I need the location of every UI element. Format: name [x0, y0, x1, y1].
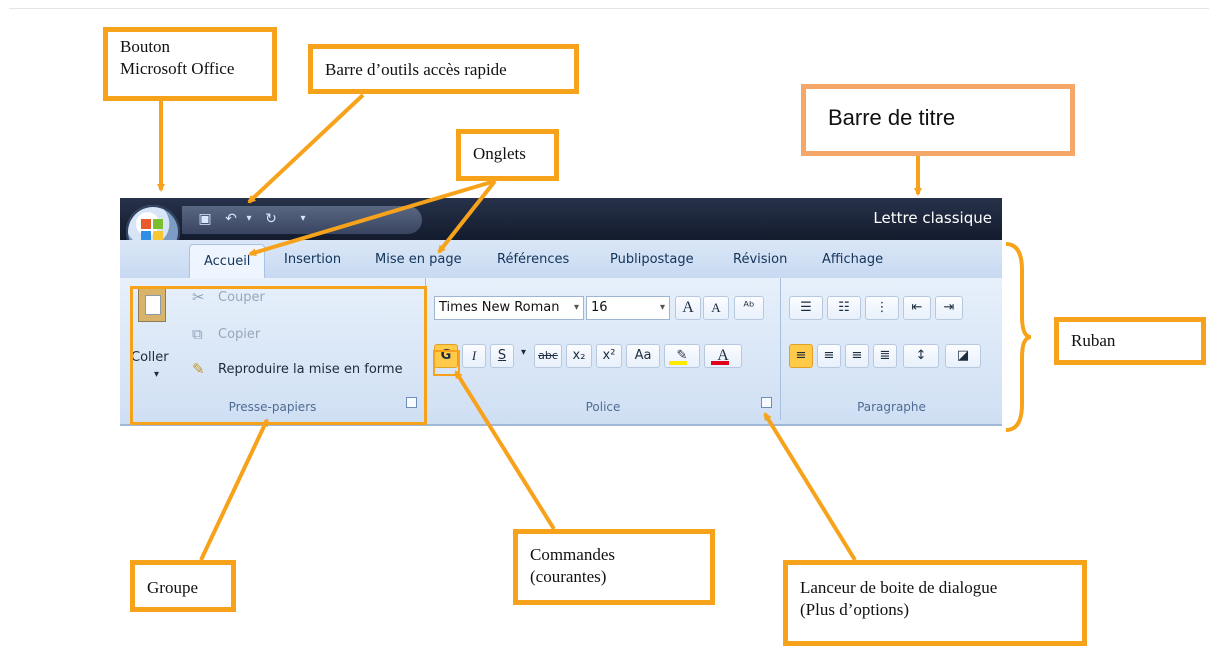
- font-size-value: 16: [591, 300, 608, 315]
- multilevel-list-icon: ⋮: [875, 300, 889, 315]
- format-painter-icon: ✎: [192, 360, 205, 378]
- group-label-font: Police: [585, 400, 621, 414]
- group-paragraph: ☰ ☷ ⋮ ⇤ ⇥ ≡ ≡ ≡ ≣ ↕ ◪ Paragraphe: [781, 278, 1002, 420]
- font-dialog-launcher[interactable]: [761, 397, 772, 408]
- cut-button[interactable]: Couper: [218, 290, 265, 305]
- format-painter-button[interactable]: Reproduire la mise en forme: [218, 362, 403, 377]
- callout-office-button: Bouton Microsoft Office: [103, 27, 277, 101]
- callout-dialog-launcher-line1: Lanceur de boite de dialogue: [800, 578, 998, 597]
- tab-affichage[interactable]: Affichage: [822, 252, 883, 267]
- redo-icon[interactable]: ↻: [262, 210, 280, 228]
- tab-mise-en-page[interactable]: Mise en page: [375, 252, 462, 267]
- highlight-color-button[interactable]: ✎: [664, 344, 700, 368]
- callout-group: Groupe: [130, 560, 236, 612]
- font-name-select[interactable]: Times New Roman ▾: [434, 296, 584, 320]
- callout-dialog-launcher: Lanceur de boite de dialogue (Plus d’opt…: [783, 560, 1087, 646]
- bullets-button[interactable]: ☰: [789, 296, 823, 320]
- shrink-font-button[interactable]: A: [703, 296, 729, 320]
- callout-commands-line2: (courantes): [530, 567, 607, 586]
- change-case-button[interactable]: Aa: [626, 344, 660, 368]
- align-right-button[interactable]: ≡: [845, 344, 869, 368]
- callout-title-bar: Barre de titre: [801, 84, 1075, 156]
- font-name-dropdown-icon: ▾: [573, 302, 579, 313]
- align-center-icon: ≡: [823, 348, 835, 363]
- line-spacing-icon: ↕: [915, 348, 927, 363]
- superscript-button[interactable]: x²: [596, 344, 622, 368]
- document-title: Lettre classique: [873, 209, 992, 227]
- clear-format-button[interactable]: ᴬᵇ: [734, 296, 764, 320]
- undo-icon[interactable]: ↶: [222, 210, 240, 228]
- font-size-select[interactable]: 16 ▾: [586, 296, 670, 320]
- strikethrough-button[interactable]: abc: [534, 344, 562, 368]
- multilevel-list-button[interactable]: ⋮: [865, 296, 899, 320]
- numbering-icon: ☷: [838, 300, 850, 315]
- bold-button[interactable]: G: [434, 344, 458, 368]
- copy-icon: ⧉: [192, 325, 203, 343]
- callout-ribbon-text: Ruban: [1071, 331, 1116, 350]
- callout-office-button-line1: Bouton: [120, 37, 171, 56]
- grow-font-button[interactable]: A: [675, 296, 701, 320]
- tab-accueil[interactable]: Accueil: [189, 244, 266, 278]
- callout-dialog-launcher-line2: (Plus d’options): [800, 600, 910, 619]
- group-label-clipboard: Presse-papiers: [228, 400, 317, 414]
- font-size-dropdown-icon: ▾: [659, 302, 665, 313]
- shading-icon: ◪: [956, 348, 970, 363]
- paste-icon[interactable]: [138, 286, 166, 322]
- paste-dropdown-icon[interactable]: ▾: [154, 369, 159, 380]
- callout-title-bar-text: Barre de titre: [828, 105, 956, 130]
- subscript-button[interactable]: x₂: [566, 344, 592, 368]
- clear-format-icon: ᴬᵇ: [743, 300, 755, 315]
- group-font: Times New Roman ▾ 16 ▾ A A ᴬᵇ G I S ▾ abc …: [426, 278, 781, 420]
- shading-button[interactable]: ◪: [945, 344, 981, 368]
- ribbon-body: Coller ▾ ✂ Couper ⧉ Copier ✎ Reproduire …: [120, 278, 1002, 426]
- group-label-paragraph: Paragraphe: [857, 400, 926, 414]
- justify-icon: ≣: [879, 348, 891, 363]
- tab-references[interactable]: Références: [497, 252, 569, 267]
- increase-indent-button[interactable]: ⇥: [935, 296, 963, 320]
- callout-tabs-text: Onglets: [473, 144, 526, 163]
- italic-button[interactable]: I: [462, 344, 486, 368]
- callout-group-text: Groupe: [147, 578, 198, 597]
- line-spacing-button[interactable]: ↕: [903, 344, 939, 368]
- decrease-indent-icon: ⇤: [911, 300, 923, 315]
- dropdown-icon[interactable]: ▾: [240, 210, 258, 228]
- ribbon-screenshot: ▣ ↶ ▾ ↻ ▾ Lettre classique Accueil Inser…: [120, 198, 1002, 428]
- callout-commands-line1: Commandes: [530, 545, 615, 564]
- increase-indent-icon: ⇥: [943, 300, 955, 315]
- paste-button[interactable]: Coller: [131, 350, 169, 365]
- title-bar: ▣ ↶ ▾ ↻ ▾ Lettre classique: [120, 198, 1002, 259]
- callout-commands: Commandes (courantes): [513, 529, 715, 605]
- tab-insertion[interactable]: Insertion: [284, 252, 341, 267]
- clipboard-dialog-launcher[interactable]: [406, 397, 417, 408]
- font-name-value: Times New Roman: [439, 300, 560, 315]
- callout-quick-access-text: Barre d’outils accès rapide: [325, 60, 507, 79]
- callout-office-button-line2: Microsoft Office: [120, 59, 235, 78]
- quick-access-toolbar: ▣ ↶ ▾ ↻ ▾: [182, 206, 422, 234]
- align-center-button[interactable]: ≡: [817, 344, 841, 368]
- cut-icon: ✂: [192, 288, 205, 306]
- align-left-button[interactable]: ≡: [789, 344, 813, 368]
- underline-button[interactable]: S: [490, 344, 514, 368]
- tab-publipostage[interactable]: Publipostage: [610, 252, 694, 267]
- justify-button[interactable]: ≣: [873, 344, 897, 368]
- decrease-indent-button[interactable]: ⇤: [903, 296, 931, 320]
- group-clipboard: Coller ▾ ✂ Couper ⧉ Copier ✎ Reproduire …: [120, 278, 426, 420]
- bullets-icon: ☰: [800, 300, 812, 315]
- font-color-button[interactable]: A: [704, 344, 742, 368]
- callout-quick-access: Barre d’outils accès rapide: [308, 44, 579, 94]
- underline-dropdown-icon[interactable]: ▾: [521, 347, 526, 358]
- ribbon-brace-icon: [1005, 242, 1032, 432]
- tab-revision[interactable]: Révision: [733, 252, 787, 267]
- save-icon[interactable]: ▣: [196, 210, 214, 228]
- customize-icon[interactable]: ▾: [294, 210, 312, 228]
- tab-strip: Accueil Insertion Mise en page Référence…: [120, 240, 1002, 278]
- align-left-icon: ≡: [795, 348, 807, 363]
- align-right-icon: ≡: [851, 348, 863, 363]
- callout-tabs: Onglets: [456, 129, 559, 181]
- copy-button[interactable]: Copier: [218, 327, 260, 342]
- numbering-button[interactable]: ☷: [827, 296, 861, 320]
- callout-ribbon: Ruban: [1054, 317, 1206, 365]
